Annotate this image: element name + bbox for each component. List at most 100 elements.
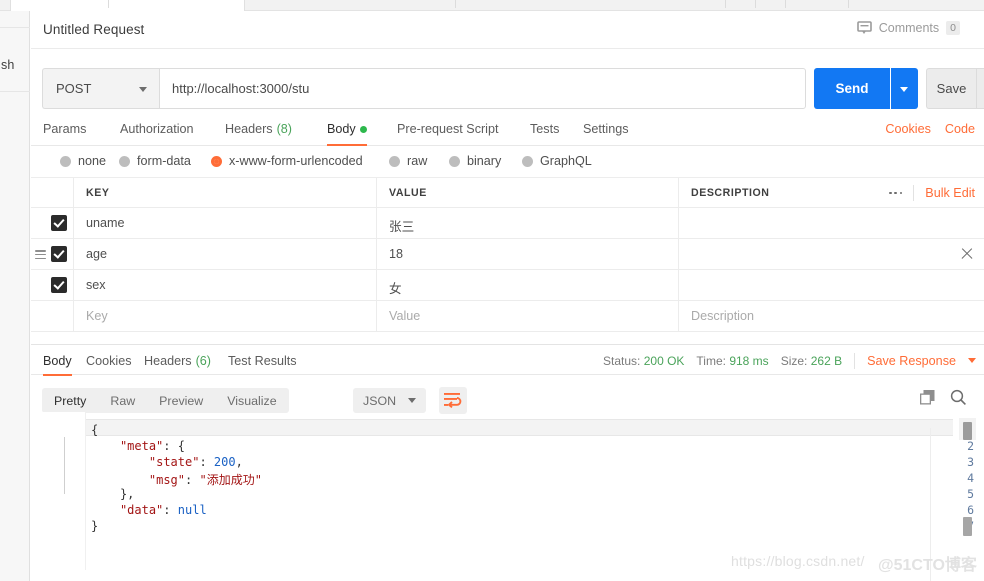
wrap-text-button[interactable] <box>439 387 467 414</box>
code-line: "data": null <box>119 503 207 517</box>
row-value-cell[interactable]: Value <box>377 301 679 331</box>
response-tab-headers[interactable]: Headers (6) <box>144 345 211 376</box>
chevron-down-icon <box>408 398 417 403</box>
row-checkbox[interactable] <box>51 277 67 293</box>
save-button[interactable]: Save <box>926 68 976 109</box>
send-button[interactable]: Send <box>814 68 890 109</box>
row-key-cell[interactable]: Key <box>74 301 377 331</box>
line-number: 5 <box>967 487 974 501</box>
copy-icon[interactable] <box>919 389 936 406</box>
tab-headers-label: Headers <box>225 122 273 136</box>
drag-handle-icon[interactable] <box>35 250 46 260</box>
row-key-cell[interactable]: sex <box>74 270 377 300</box>
code-line: "state": 200, <box>148 455 243 469</box>
code-line: } <box>91 519 99 533</box>
row-key-cell[interactable]: age <box>74 239 377 269</box>
code-line: "meta": { <box>119 439 185 453</box>
tab-settings[interactable]: Settings <box>583 112 629 146</box>
row-key-value: sex <box>86 278 106 292</box>
tab-authorization[interactable]: Authorization <box>120 112 194 146</box>
send-options-button[interactable] <box>891 68 918 109</box>
body-type-raw[interactable]: raw <box>389 154 427 168</box>
table-row-empty[interactable]: Key Value Description <box>31 301 984 332</box>
viewer-mode-raw[interactable]: Raw <box>98 388 147 413</box>
row-key-cell[interactable]: uname <box>74 208 377 238</box>
header-description-label: DESCRIPTION <box>691 187 770 199</box>
viewer-mode-pretty[interactable]: Pretty <box>42 388 98 413</box>
tab-params[interactable]: Params <box>43 112 86 146</box>
search-icon[interactable] <box>950 389 967 406</box>
delete-row-icon[interactable] <box>959 246 974 261</box>
row-key-value: uname <box>86 216 125 230</box>
scrollbar-thumb-bottom[interactable] <box>963 517 972 536</box>
tab-tests[interactable]: Tests <box>530 112 559 146</box>
more-options-icon[interactable] <box>888 191 903 195</box>
response-format-label: JSON <box>363 393 397 408</box>
app-tab-tick-3 <box>725 0 726 8</box>
app-tab-tick-6 <box>848 0 849 8</box>
code-right-rule <box>930 428 931 581</box>
code-link[interactable]: Code <box>945 122 975 136</box>
body-type-binary[interactable]: binary <box>449 154 501 168</box>
body-type-graphql[interactable]: GraphQL <box>522 154 592 168</box>
row-description-cell[interactable] <box>679 239 984 269</box>
row-checkbox[interactable] <box>51 215 67 231</box>
code-fold-guide <box>64 437 65 494</box>
response-body-viewer[interactable]: 1 2 3 4 5 6 7 { "meta": { "state": 200, … <box>31 412 984 581</box>
response-tab-cookies-label: Cookies <box>86 353 132 368</box>
code-gutter <box>31 412 86 570</box>
row-checkbox[interactable] <box>51 246 67 262</box>
body-type-urlencoded[interactable]: x-www-form-urlencoded <box>211 154 363 168</box>
comments-control[interactable]: Comments 0 <box>856 21 960 35</box>
response-tab-body[interactable]: Body <box>43 345 72 376</box>
scrollbar-thumb-top[interactable] <box>963 422 972 440</box>
row-check-cell <box>31 208 74 238</box>
tab-settings-label: Settings <box>583 122 629 136</box>
line-number: 3 <box>967 455 974 469</box>
url-input[interactable]: http://localhost:3000/stu <box>159 68 806 109</box>
time-badge: Time: 918 ms <box>696 354 768 368</box>
response-tab-test-results[interactable]: Test Results <box>228 345 297 376</box>
row-description-cell[interactable]: Description <box>679 301 984 331</box>
sidebar-item-trash-label[interactable]: sh <box>0 58 30 72</box>
bulk-edit-link[interactable]: Bulk Edit <box>925 186 975 200</box>
radio-icon <box>522 155 533 167</box>
chevron-down-icon <box>139 87 147 92</box>
response-tab-cookies[interactable]: Cookies <box>86 345 132 376</box>
row-value-cell[interactable]: 18 <box>377 239 679 269</box>
viewer-tools <box>919 389 967 406</box>
table-row[interactable]: sex 女 <box>31 270 984 301</box>
tab-body[interactable]: Body <box>327 112 367 146</box>
chevron-down-icon[interactable] <box>968 358 976 363</box>
divider <box>854 352 856 369</box>
row-description-cell[interactable] <box>679 208 984 238</box>
viewer-mode-visualize[interactable]: Visualize <box>215 388 288 413</box>
table-row[interactable]: age 18 <box>31 239 984 270</box>
save-options-button[interactable] <box>976 68 984 109</box>
http-method-select[interactable]: POST <box>42 68 159 109</box>
viewer-mode-preview[interactable]: Preview <box>147 388 215 413</box>
row-check-cell <box>31 301 74 331</box>
save-response-button[interactable]: Save Response <box>867 354 956 368</box>
params-table: KEY VALUE DESCRIPTION Bulk Edit uname 张三… <box>31 178 984 332</box>
table-header-tools: Bulk Edit <box>888 178 975 208</box>
response-format-select[interactable]: JSON <box>353 388 427 413</box>
cookies-link[interactable]: Cookies <box>885 122 931 136</box>
body-type-form-data-label: form-data <box>137 154 191 168</box>
line-number: 6 <box>967 503 974 517</box>
row-description-cell[interactable] <box>679 270 984 300</box>
table-row[interactable]: uname 张三 <box>31 208 984 239</box>
body-type-none[interactable]: none <box>60 154 106 168</box>
tab-tests-label: Tests <box>530 122 560 136</box>
tab-pre-request-script[interactable]: Pre-request Script <box>397 112 499 146</box>
tab-headers[interactable]: Headers (8) <box>225 112 292 146</box>
tab-headers-count: (8) <box>276 122 293 136</box>
app-tab-1[interactable] <box>10 0 245 11</box>
request-title-bar: Untitled Request Comments 0 <box>31 11 984 49</box>
row-value-cell[interactable]: 张三 <box>377 208 679 238</box>
status-label: Status: <box>603 353 641 368</box>
body-type-form-data[interactable]: form-data <box>119 154 191 168</box>
row-value-cell[interactable]: 女 <box>377 270 679 300</box>
header-cell-check <box>31 178 74 207</box>
comments-count-badge: 0 <box>946 21 960 35</box>
